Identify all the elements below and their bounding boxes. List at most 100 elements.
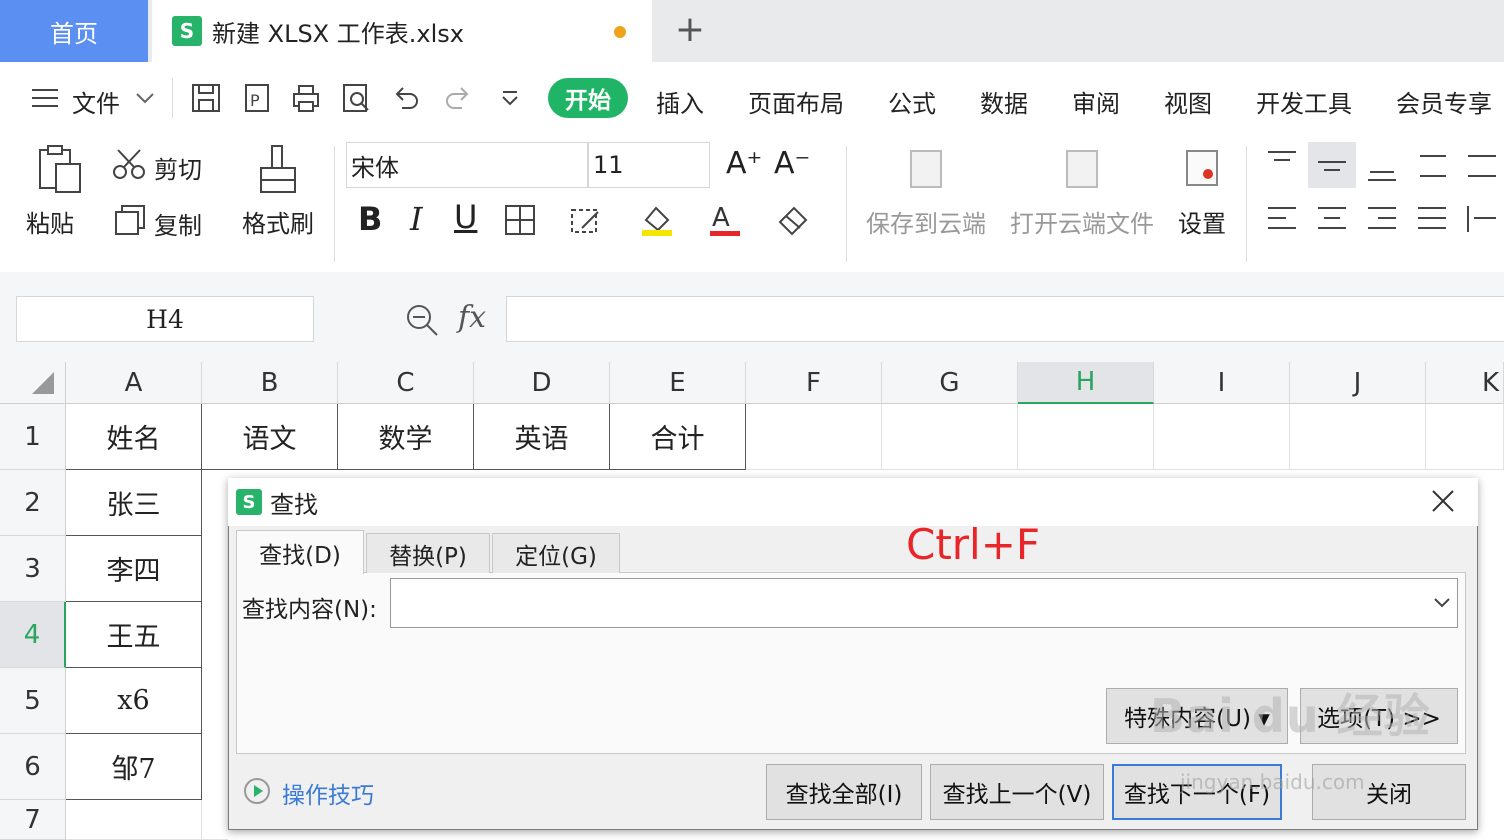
menu-developer[interactable]: 开发工具	[1256, 84, 1352, 119]
close-icon[interactable]	[1428, 486, 1458, 516]
cell[interactable]	[882, 404, 1018, 470]
vertical-align-icons[interactable]	[1268, 150, 1496, 182]
cell-E1[interactable]: 合计	[610, 404, 746, 470]
cell[interactable]	[66, 800, 202, 840]
tab-find[interactable]: 查找(D)	[236, 530, 364, 574]
row-header[interactable]: 6	[0, 734, 66, 800]
menu-member[interactable]: 会员专享	[1396, 84, 1492, 119]
chevron-down-icon[interactable]	[1430, 592, 1454, 614]
column-header[interactable]: G	[882, 362, 1018, 404]
cell[interactable]	[1154, 404, 1290, 470]
cell[interactable]	[746, 404, 882, 470]
row-header[interactable]: 3	[0, 536, 66, 602]
tab-goto[interactable]: 定位(G)	[492, 533, 620, 573]
borders-icon[interactable]	[504, 204, 536, 236]
tab-replace[interactable]: 替换(P)	[366, 533, 490, 573]
row-header[interactable]: 7	[0, 800, 66, 840]
find-content-input[interactable]	[390, 578, 1458, 628]
row-header-active[interactable]: 4	[0, 602, 66, 668]
settings-icon[interactable]	[1186, 150, 1218, 186]
print-icon[interactable]	[290, 82, 322, 114]
format-painter-button[interactable]: 格式刷	[242, 204, 314, 239]
column-header[interactable]: D	[474, 362, 610, 404]
column-header[interactable]: E	[610, 362, 746, 404]
format-painter-icon[interactable]	[258, 144, 298, 196]
column-header[interactable]: I	[1154, 362, 1290, 404]
menu-start[interactable]: 开始	[548, 78, 628, 118]
cell-A1[interactable]: 姓名	[66, 404, 202, 470]
column-header[interactable]: J	[1290, 362, 1426, 404]
cell[interactable]	[1290, 404, 1426, 470]
more-dropdown-icon[interactable]	[494, 82, 526, 114]
cell-B1[interactable]: 语文	[202, 404, 338, 470]
font-name-select[interactable]: 宋体	[346, 142, 588, 188]
copy-button[interactable]: 复制	[154, 206, 202, 241]
menu-data[interactable]: 数据	[980, 84, 1028, 119]
formula-input[interactable]	[506, 296, 1504, 342]
menu-file[interactable]: 文件	[72, 84, 120, 119]
scissors-icon[interactable]	[112, 148, 146, 180]
new-tab-button[interactable]: +	[672, 10, 708, 50]
row-header[interactable]: 5	[0, 668, 66, 734]
cell-C1[interactable]: 数学	[338, 404, 474, 470]
column-header[interactable]: A	[66, 362, 202, 404]
redo-icon[interactable]	[442, 82, 474, 114]
menu-view[interactable]: 视图	[1164, 84, 1212, 119]
find-previous-button[interactable]: 查找上一个(V)	[930, 764, 1104, 820]
cell-style-icon[interactable]	[570, 204, 602, 236]
tips-link[interactable]: 操作技巧	[282, 776, 374, 810]
menu-insert[interactable]: 插入	[656, 84, 704, 119]
undo-icon[interactable]	[390, 82, 422, 114]
column-header[interactable]: F	[746, 362, 882, 404]
cell-A2[interactable]: 张三	[66, 470, 202, 536]
increase-font-icon[interactable]: A⁺	[726, 146, 762, 181]
hamburger-icon[interactable]	[30, 86, 60, 110]
cell-column-b-visible[interactable]	[202, 470, 228, 840]
menu-page-layout[interactable]: 页面布局	[748, 84, 844, 119]
cell-A3[interactable]: 李四	[66, 536, 202, 602]
export-icon[interactable]: P	[240, 82, 272, 114]
font-color-icon[interactable]: A	[708, 202, 742, 238]
column-header[interactable]: K	[1426, 362, 1504, 404]
italic-icon[interactable]: I	[410, 200, 423, 238]
column-header[interactable]: C	[338, 362, 474, 404]
cell-A6[interactable]: 邹7	[66, 734, 202, 800]
settings-button[interactable]: 设置	[1178, 204, 1226, 239]
cell[interactable]	[1018, 404, 1154, 470]
open-cloud-file-button[interactable]: 打开云端文件	[1010, 204, 1154, 239]
paste-button[interactable]: 粘贴	[26, 204, 74, 239]
fx-icon[interactable]: fx	[458, 300, 486, 335]
cell-D1[interactable]: 英语	[474, 404, 610, 470]
eraser-icon[interactable]	[776, 202, 810, 236]
tab-file[interactable]: S 新建 XLSX 工作表.xlsx	[152, 0, 652, 62]
bold-icon[interactable]: B	[358, 200, 382, 238]
print-preview-icon[interactable]	[340, 82, 372, 114]
copy-icon[interactable]	[114, 204, 146, 236]
save-to-cloud-button[interactable]: 保存到云端	[866, 204, 986, 239]
decrease-font-icon[interactable]: A⁻	[774, 146, 810, 181]
save-icon[interactable]	[190, 82, 222, 114]
cell-A4[interactable]: 王五	[66, 602, 202, 668]
open-cloud-icon[interactable]	[1066, 150, 1098, 188]
chevron-down-icon[interactable]	[134, 88, 156, 108]
row-header[interactable]: 1	[0, 404, 66, 470]
underline-icon[interactable]: U	[454, 198, 477, 236]
menu-review[interactable]: 审阅	[1072, 84, 1120, 119]
play-circle-icon[interactable]	[242, 776, 272, 806]
find-all-button[interactable]: 查找全部(I)	[766, 764, 922, 820]
column-header[interactable]: B	[202, 362, 338, 404]
cell[interactable]	[1426, 404, 1504, 470]
column-header-active[interactable]: H	[1018, 362, 1154, 404]
font-size-select[interactable]: 11	[588, 142, 710, 188]
paste-icon[interactable]	[36, 144, 84, 194]
tab-home[interactable]: 首页	[0, 0, 148, 62]
cut-button[interactable]: 剪切	[154, 150, 202, 185]
horizontal-align-icons[interactable]	[1268, 204, 1500, 236]
menu-formulas[interactable]: 公式	[888, 84, 936, 119]
cloud-save-icon[interactable]	[910, 150, 942, 188]
row-header[interactable]: 2	[0, 470, 66, 536]
fill-color-icon[interactable]	[640, 202, 674, 238]
name-box[interactable]: H4	[16, 296, 314, 342]
cell-A5[interactable]: x6	[66, 668, 202, 734]
select-all-corner[interactable]	[0, 362, 66, 404]
